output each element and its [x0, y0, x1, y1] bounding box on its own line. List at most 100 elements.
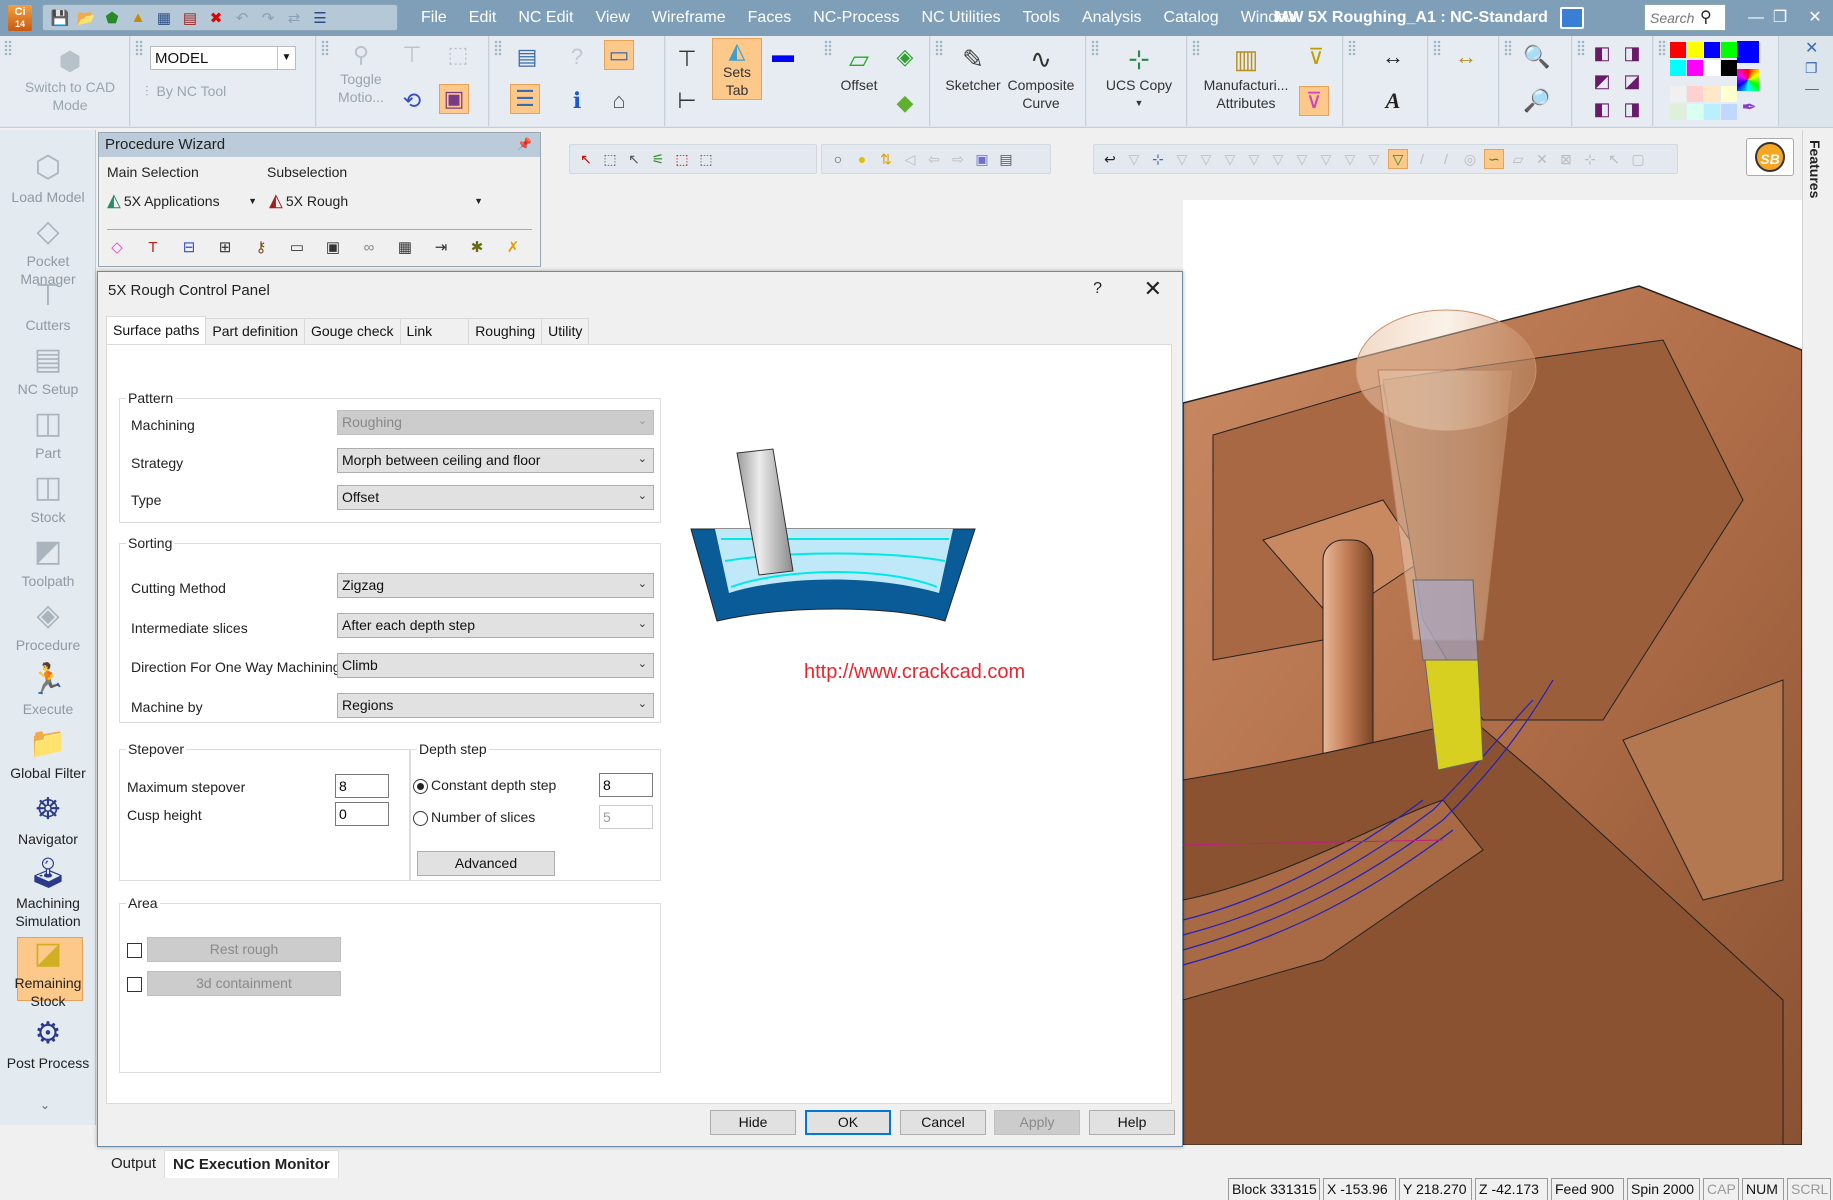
dimension-icon[interactable]: ↔: [1378, 42, 1408, 72]
offset-button[interactable]: ▱ Offset: [834, 42, 884, 94]
menu-wireframe[interactable]: Wireframe: [641, 0, 737, 36]
open-icon[interactable]: 📂: [75, 8, 97, 28]
circle-icon[interactable]: ◎: [1460, 149, 1480, 169]
rest-rough-button[interactable]: Rest rough: [147, 937, 341, 962]
previous-icon[interactable]: ◁: [900, 149, 920, 169]
color-swatch[interactable]: [1704, 60, 1720, 76]
key-icon[interactable]: ⚷: [251, 237, 271, 257]
save-icon[interactable]: 💾: [49, 8, 71, 28]
line-icon[interactable]: /: [1412, 149, 1432, 169]
window-select-2-icon[interactable]: ⬚: [696, 149, 716, 169]
max-stepover-input[interactable]: [335, 774, 389, 798]
sb-logo-button[interactable]: SB: [1746, 138, 1794, 176]
color-swatch[interactable]: [1721, 60, 1737, 76]
filter-8-icon[interactable]: ▽: [1316, 149, 1336, 169]
sketcher-button[interactable]: ✎ Sketcher: [943, 42, 1003, 94]
table-view-icon[interactable]: ▤: [512, 42, 542, 72]
menu-tools[interactable]: Tools: [1012, 0, 1071, 36]
menu-analysis[interactable]: Analysis: [1071, 0, 1153, 36]
apply-button[interactable]: Apply: [994, 1110, 1080, 1135]
filter-active-icon[interactable]: ▽: [1388, 149, 1408, 169]
sidebar-item-machining-simulation[interactable]: 🕹 Machining Simulation: [0, 854, 96, 930]
light-color-swatch[interactable]: [1704, 86, 1720, 102]
zoom-window-icon[interactable]: 🔍: [1522, 42, 1552, 72]
filter-axis-icon[interactable]: ⊹: [1148, 149, 1168, 169]
manufacturing-attributes-button[interactable]: ▥ Manufacturi... Attributes: [1192, 42, 1300, 112]
exit-icon[interactable]: ✗: [503, 237, 523, 257]
color-swatch[interactable]: [1687, 42, 1703, 58]
redo-icon[interactable]: ↷: [257, 8, 279, 28]
menu-nc-process[interactable]: NC-Process: [802, 0, 910, 36]
surface-icon[interactable]: ◈: [890, 42, 920, 72]
light-color-swatch[interactable]: [1687, 104, 1703, 120]
help-icon[interactable]: ?: [562, 42, 592, 72]
active-color-swatch[interactable]: [1737, 41, 1759, 63]
delete-icon[interactable]: ✖: [205, 8, 227, 28]
sidebar-item-navigator[interactable]: ☸ Navigator: [0, 790, 96, 848]
select-box-icon[interactable]: ⬚: [600, 149, 620, 169]
point-icon[interactable]: ⊹: [1580, 149, 1600, 169]
shading-icon[interactable]: ▣: [972, 149, 992, 169]
sidebar-item-post-process[interactable]: ⚙ Post Process: [0, 1014, 96, 1072]
view-cube-icon[interactable]: ◨: [1617, 94, 1647, 124]
face-icon[interactable]: ▱: [1508, 149, 1528, 169]
monitor-icon[interactable]: ▭: [287, 237, 307, 257]
close-button[interactable]: ✕: [1797, 0, 1833, 36]
constant-depth-input[interactable]: [599, 773, 653, 797]
model-select[interactable]: MODEL ▼: [150, 46, 296, 70]
undo-icon[interactable]: ↶: [231, 8, 253, 28]
strategy-select[interactable]: Morph between ceiling and floor ⌄: [337, 448, 654, 473]
layer-color-icon[interactable]: ▬: [768, 40, 798, 70]
sidebar-item-remaining-stock[interactable]: ◪ Remaining Stock: [0, 934, 96, 1010]
sidebar-item-procedure[interactable]: ◈ Procedure: [0, 596, 96, 654]
sidebar-item-load-model[interactable]: ⬡ Load Model: [0, 148, 96, 206]
menu-faces[interactable]: Faces: [737, 0, 803, 36]
number-of-slices-radio[interactable]: [413, 811, 428, 826]
load-stock-icon[interactable]: ▲: [127, 8, 149, 28]
menu-nc-edit[interactable]: NC Edit: [507, 0, 584, 36]
menu-view[interactable]: View: [584, 0, 640, 36]
light-color-swatch[interactable]: [1670, 86, 1686, 102]
filter-10-icon[interactable]: ▽: [1364, 149, 1384, 169]
color-swatch[interactable]: [1670, 42, 1686, 58]
menu-edit[interactable]: Edit: [458, 0, 508, 36]
tab-output[interactable]: Output: [103, 1150, 164, 1178]
repeat-icon[interactable]: ⇄: [283, 8, 305, 28]
tool-holder-icon[interactable]: ⊽: [1301, 42, 1331, 72]
cusp-height-input[interactable]: [335, 802, 389, 826]
light-color-swatch[interactable]: [1670, 104, 1686, 120]
main-selection-select[interactable]: ◭ 5X Applications ▼: [107, 190, 257, 211]
tab-gouge-check[interactable]: Gouge check: [304, 318, 401, 344]
filter-7-icon[interactable]: ▽: [1292, 149, 1312, 169]
pattern-icon[interactable]: ⊠: [1556, 149, 1576, 169]
chevron-down-icon[interactable]: ▼: [277, 47, 295, 69]
view-cube-icon[interactable]: ◧: [1587, 94, 1617, 124]
menu-nc-utilities[interactable]: NC Utilities: [910, 0, 1011, 36]
menu-catalog[interactable]: Catalog: [1153, 0, 1230, 36]
bulb-on-icon[interactable]: ●: [852, 149, 872, 169]
filter-4-icon[interactable]: ▽: [1220, 149, 1240, 169]
intermediate-slices-select[interactable]: After each depth step ⌄: [337, 613, 654, 638]
back-icon[interactable]: ⇦: [924, 149, 944, 169]
subselection-select[interactable]: ◭ 5X Rough ▼: [269, 190, 483, 211]
sidebar-item-toolpath[interactable]: ◩ Toolpath: [0, 532, 96, 590]
cancel-button[interactable]: Cancel: [900, 1110, 986, 1135]
tab-roughing[interactable]: Roughing: [468, 318, 543, 344]
tab-nc-execution-monitor[interactable]: NC Execution Monitor: [164, 1150, 339, 1178]
select-arrow-icon[interactable]: ↖: [624, 149, 644, 169]
search-icon[interactable]: ⚲: [1700, 7, 1712, 27]
box-search-icon[interactable]: ⬚: [443, 40, 473, 70]
switch-cad-mode-button[interactable]: ⬢ Switch to CAD Mode: [18, 44, 122, 114]
filter-5-icon[interactable]: ▽: [1244, 149, 1264, 169]
tab-utility[interactable]: Utility: [541, 318, 590, 344]
box-icon[interactable]: ▢: [1628, 149, 1648, 169]
filter-6-icon[interactable]: ▽: [1268, 149, 1288, 169]
pin-icon[interactable]: 📌: [517, 137, 532, 151]
line-2-icon[interactable]: /: [1436, 149, 1456, 169]
curve-snap-icon[interactable]: ∽: [1484, 149, 1504, 169]
tab-link[interactable]: Link: [399, 318, 470, 344]
dialog-close-button[interactable]: ✕: [1144, 276, 1162, 302]
eraser-icon[interactable]: ◇: [107, 237, 127, 257]
sets-tab-button[interactable]: ◭ Sets Tab: [712, 38, 762, 100]
machine-by-select[interactable]: Regions ⌄: [337, 693, 654, 718]
